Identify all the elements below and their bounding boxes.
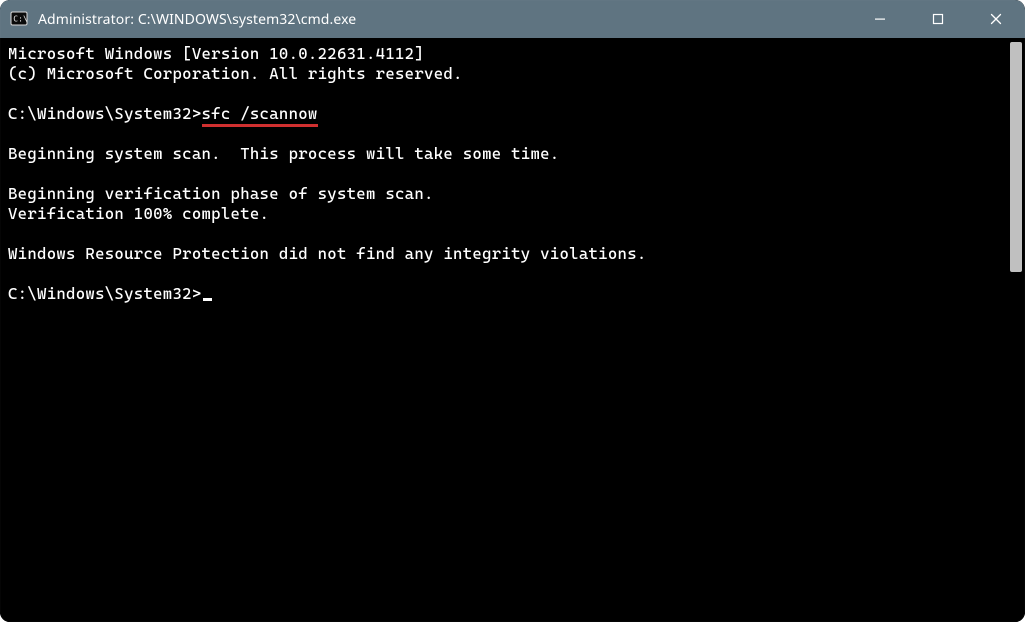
output-line: Beginning verification phase of system s… bbox=[8, 184, 434, 203]
minimize-icon bbox=[874, 13, 886, 25]
entered-command: sfc /scannow bbox=[202, 104, 318, 127]
scrollbar-thumb[interactable] bbox=[1010, 42, 1022, 272]
minimize-button[interactable] bbox=[851, 0, 909, 38]
close-button[interactable] bbox=[967, 0, 1025, 38]
output-line: (c) Microsoft Corporation. All rights re… bbox=[8, 64, 463, 83]
vertical-scrollbar[interactable] bbox=[1007, 38, 1025, 622]
output-line: Windows Resource Protection did not find… bbox=[8, 244, 647, 263]
svg-text:C:\: C:\ bbox=[13, 15, 28, 24]
prompt-path: C:\Windows\System32> bbox=[8, 284, 202, 303]
maximize-button[interactable] bbox=[909, 0, 967, 38]
window-title: Administrator: C:\WINDOWS\system32\cmd.e… bbox=[38, 10, 356, 29]
cmd-icon: C:\ bbox=[10, 10, 28, 28]
text-cursor bbox=[203, 298, 212, 301]
output-line: Microsoft Windows [Version 10.0.22631.41… bbox=[8, 44, 424, 63]
maximize-icon bbox=[932, 13, 944, 25]
titlebar[interactable]: C:\ Administrator: C:\WINDOWS\system32\c… bbox=[0, 0, 1025, 38]
prompt-path: C:\Windows\System32> bbox=[8, 104, 202, 123]
console-client-area: Microsoft Windows [Version 10.0.22631.41… bbox=[0, 38, 1025, 622]
output-line: Verification 100% complete. bbox=[8, 204, 269, 223]
cmd-window: C:\ Administrator: C:\WINDOWS\system32\c… bbox=[0, 0, 1025, 622]
output-line: Beginning system scan. This process will… bbox=[8, 144, 559, 163]
console-output[interactable]: Microsoft Windows [Version 10.0.22631.41… bbox=[0, 38, 1007, 622]
window-controls bbox=[851, 0, 1025, 38]
close-icon bbox=[990, 13, 1002, 25]
